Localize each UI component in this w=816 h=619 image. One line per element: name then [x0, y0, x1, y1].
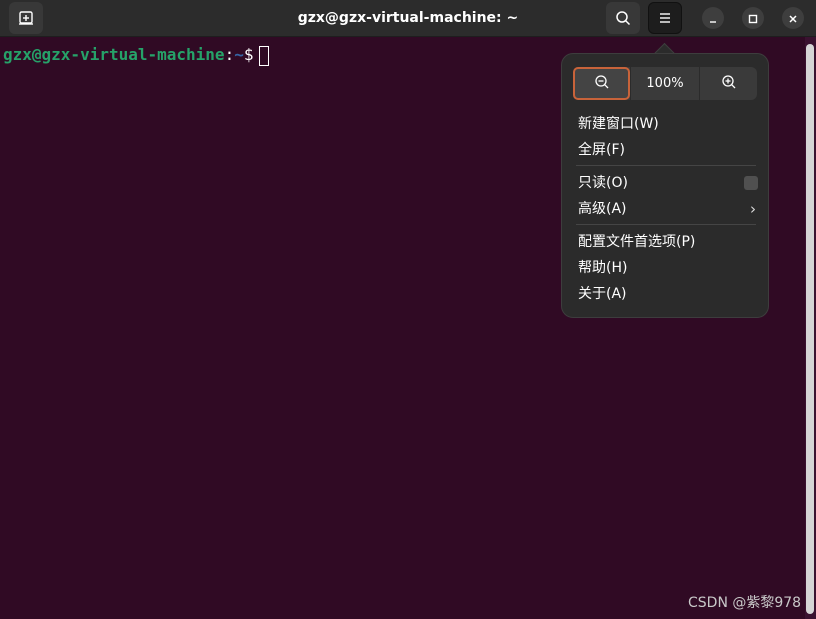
close-icon — [788, 9, 798, 28]
search-button[interactable] — [606, 2, 640, 34]
menu-button[interactable] — [648, 2, 682, 34]
chevron-right-icon: › — [750, 200, 756, 218]
read-only-checkbox[interactable] — [744, 176, 758, 190]
menu-separator — [576, 224, 756, 225]
zoom-in-button[interactable] — [700, 67, 757, 100]
prompt-user-host: gzx@gzx-virtual-machine — [3, 45, 225, 64]
menu-item-new-window[interactable]: 新建窗口(W) — [578, 111, 758, 137]
minimize-icon — [708, 9, 718, 28]
menu-item-label: 全屏(F) — [578, 142, 625, 158]
menu-separator — [576, 165, 756, 166]
hamburger-menu-icon — [658, 11, 672, 25]
menu-item-label: 帮助(H) — [578, 260, 628, 276]
window-title: gzx@gzx-virtual-machine: ~ — [297, 10, 519, 26]
zoom-level-button[interactable]: 100% — [630, 67, 700, 100]
menu-item-help[interactable]: 帮助(H) — [578, 255, 758, 281]
text-cursor — [259, 45, 270, 66]
search-icon — [615, 10, 631, 26]
zoom-out-icon — [594, 74, 610, 94]
menu-item-label: 新建窗口(W) — [578, 116, 659, 132]
maximize-button[interactable] — [742, 7, 764, 29]
zoom-controls: 100% — [573, 67, 757, 100]
menu-item-label: 关于(A) — [578, 286, 627, 302]
close-button[interactable] — [782, 7, 804, 29]
menu-item-preferences[interactable]: 配置文件首选项(P) — [578, 229, 758, 255]
scrollbar-thumb[interactable] — [806, 44, 814, 614]
new-tab-button[interactable] — [9, 2, 43, 34]
maximize-icon — [748, 9, 758, 28]
menu-item-about[interactable]: 关于(A) — [578, 281, 758, 307]
menu-item-read-only[interactable]: 只读(O) — [578, 170, 758, 196]
menu-item-label: 高级(A) — [578, 201, 627, 217]
shell-prompt: gzx@gzx-virtual-machine:~$ — [3, 44, 270, 66]
minimize-button[interactable] — [702, 7, 724, 29]
prompt-path: ~ — [234, 45, 244, 64]
new-tab-icon — [18, 10, 34, 26]
zoom-in-icon — [721, 74, 737, 94]
menu-item-label: 配置文件首选项(P) — [578, 234, 696, 250]
watermark: CSDN @紫黎978 — [688, 595, 802, 611]
zoom-out-button[interactable] — [573, 67, 630, 100]
menu-item-fullscreen[interactable]: 全屏(F) — [578, 137, 758, 163]
prompt-colon: : — [224, 45, 235, 64]
main-menu-popover: 100% 新建窗口(W) 全屏(F) 只读(O) 高级(A) › 配置文件首选项… — [561, 53, 769, 318]
prompt-dollar: $ — [243, 45, 254, 64]
menu-item-advanced[interactable]: 高级(A) › — [578, 196, 758, 222]
menu-item-label: 只读(O) — [578, 175, 628, 191]
title-bar: gzx@gzx-virtual-machine: ~ — [0, 0, 816, 37]
